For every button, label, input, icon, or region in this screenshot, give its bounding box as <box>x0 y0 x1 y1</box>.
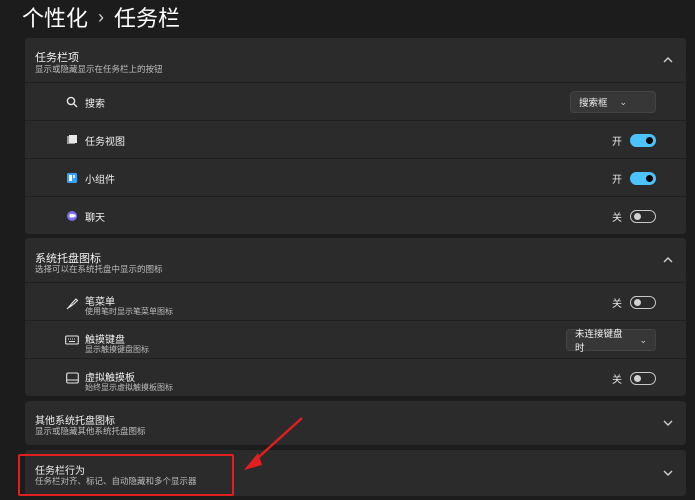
virtual-touchpad-desc: 始终显示虚拟触摸板图标 <box>85 383 173 392</box>
chat-toggle-group: 关 <box>612 209 656 224</box>
virtual-touchpad-row: 虚拟触摸板 始终显示虚拟触摸板图标 关 <box>25 358 686 396</box>
chevron-up-icon[interactable] <box>662 54 674 66</box>
chat-row: 聊天 关 <box>25 196 686 234</box>
other-tray-icons-item[interactable]: 其他系统托盘图标 显示或隐藏其他系统托盘图标 <box>25 401 686 445</box>
task-view-icon <box>65 133 79 147</box>
task-view-toggle[interactable] <box>630 134 656 147</box>
dropdown-value: 搜索框 <box>579 98 608 109</box>
keyboard-icon <box>65 333 79 347</box>
taskbar-items-panel: 任务栏项 显示或隐藏显示在任务栏上的按钮 搜索 搜索框 ⌄ 任务视图 开 小组件… <box>25 38 686 234</box>
section-subtitle: 选择可以在系统托盘中显示的图标 <box>35 264 163 274</box>
widgets-toggle-group: 开 <box>612 171 656 186</box>
breadcrumb-separator: › <box>98 6 105 27</box>
tray-icons-panel: 系统托盘图标 选择可以在系统托盘中显示的图标 笔菜单 使用笔时显示笔菜单图标 关… <box>25 238 686 396</box>
search-row: 搜索 搜索框 ⌄ <box>25 82 686 120</box>
pen-menu-row: 笔菜单 使用笔时显示笔菜单图标 关 <box>25 282 686 320</box>
touch-keyboard-row: 触摸键盘 显示触摸键盘图标 未连接键盘时 ⌄ <box>25 320 686 358</box>
chat-toggle[interactable] <box>630 210 656 223</box>
tray-icons-header[interactable]: 系统托盘图标 选择可以在系统托盘中显示的图标 <box>25 238 686 282</box>
pen-menu-toggle[interactable] <box>630 296 656 309</box>
section-subtitle: 显示或隐藏显示在任务栏上的按钮 <box>35 64 163 74</box>
widgets-row: 小组件 开 <box>25 158 686 196</box>
toggle-state-text: 关 <box>612 213 622 224</box>
breadcrumb-parent[interactable]: 个性化 <box>22 1 88 33</box>
chevron-down-icon[interactable] <box>662 467 674 479</box>
breadcrumb: 个性化 › 任务栏 <box>22 2 180 32</box>
toggle-state-text: 开 <box>612 175 622 186</box>
pen-menu-toggle-group: 关 <box>612 295 656 310</box>
search-label: 搜索 <box>85 99 105 110</box>
chat-icon <box>65 209 79 223</box>
chevron-down-icon: ⌄ <box>619 96 628 107</box>
touchpad-icon <box>65 371 79 385</box>
touch-keyboard-dropdown[interactable]: 未连接键盘时 ⌄ <box>566 329 656 354</box>
task-view-row: 任务视图 开 <box>25 120 686 158</box>
chevron-up-icon[interactable] <box>662 254 674 266</box>
section-subtitle: 显示或隐藏其他系统托盘图标 <box>35 426 146 436</box>
pen-menu-desc: 使用笔时显示笔菜单图标 <box>85 307 173 316</box>
virtual-touchpad-toggle[interactable] <box>630 372 656 385</box>
chevron-down-icon: ⌄ <box>639 334 647 345</box>
widgets-label: 小组件 <box>85 175 115 186</box>
highlight-box <box>18 454 234 496</box>
toggle-state-text: 关 <box>612 299 622 310</box>
chat-label: 聊天 <box>85 213 105 224</box>
pen-icon <box>65 296 79 310</box>
taskbar-items-header[interactable]: 任务栏项 显示或隐藏显示在任务栏上的按钮 <box>25 38 686 82</box>
virtual-touchpad-toggle-group: 关 <box>612 371 656 386</box>
widgets-icon <box>65 171 79 185</box>
annotation-arrow-icon <box>244 417 303 470</box>
page-title: 任务栏 <box>114 6 181 31</box>
touch-keyboard-desc: 显示触摸键盘图标 <box>85 345 149 354</box>
chevron-down-icon[interactable] <box>662 417 674 429</box>
dropdown-value: 未连接键盘时 <box>575 329 623 354</box>
toggle-state-text: 开 <box>612 137 622 148</box>
search-icon <box>65 95 79 109</box>
search-dropdown[interactable]: 搜索框 ⌄ <box>570 91 656 113</box>
widgets-toggle[interactable] <box>630 172 656 185</box>
task-view-label: 任务视图 <box>85 137 125 148</box>
toggle-state-text: 关 <box>612 375 622 386</box>
task-view-toggle-group: 开 <box>612 133 656 148</box>
